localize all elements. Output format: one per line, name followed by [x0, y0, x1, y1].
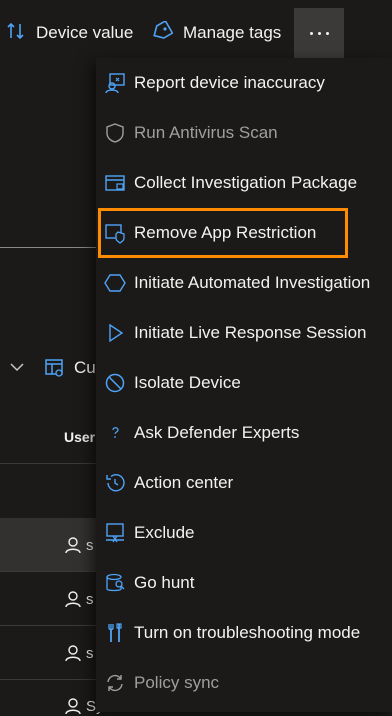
manage-tags-label: Manage tags	[183, 23, 282, 42]
history-icon	[104, 472, 126, 494]
menu-item-ask-defender-experts[interactable]: Ask Defender Experts	[96, 408, 392, 458]
menu-item-label: Policy sync	[134, 673, 220, 692]
menu-item-run-antivirus-scan[interactable]: Run Antivirus Scan	[96, 108, 392, 158]
menu-item-label: Exclude	[134, 523, 195, 542]
menu-item-label: Initiate Automated Investigation	[134, 273, 371, 292]
divider	[0, 571, 100, 572]
menu-item-go-hunt[interactable]: Go hunt	[96, 558, 392, 608]
ellipsis-icon	[309, 31, 329, 35]
divider	[0, 679, 100, 680]
exclude-icon	[104, 522, 126, 544]
menu-item-label: Remove App Restriction	[134, 223, 317, 242]
command-bar: Device value Manage tags	[0, 0, 392, 64]
customize-columns-label[interactable]: Cu	[74, 358, 96, 378]
table-row-selected[interactable]	[0, 518, 100, 571]
menu-item-isolate-device[interactable]: Isolate Device	[96, 358, 392, 408]
menu-item-label: Go hunt	[134, 573, 195, 592]
shield-icon	[104, 122, 126, 144]
tag-icon	[151, 19, 174, 46]
report-icon	[104, 72, 126, 94]
menu-item-initiate-live-response-session[interactable]: Initiate Live Response Session	[96, 308, 392, 358]
divider	[0, 463, 100, 464]
user-icon	[65, 645, 81, 662]
menu-item-label: Run Antivirus Scan	[134, 123, 278, 142]
device-value-label: Device value	[36, 23, 134, 42]
manage-tags-button[interactable]: Manage tags	[151, 18, 281, 48]
more-actions-menu: Report device inaccuracy Run Antivirus S…	[96, 58, 392, 712]
menu-item-label: Collect Investigation Package	[134, 173, 358, 192]
user-icon	[65, 537, 81, 554]
user-icon	[65, 698, 81, 715]
more-actions-button[interactable]	[294, 8, 344, 58]
menu-item-action-center[interactable]: Action center	[96, 458, 392, 508]
menu-item-label: Action center	[134, 473, 234, 492]
table-cell-user: s	[86, 645, 94, 662]
sort-arrows-icon	[6, 21, 26, 46]
menu-item-label: Turn on troubleshooting mode	[134, 623, 361, 642]
customize-columns-icon[interactable]	[44, 358, 64, 378]
menu-item-exclude[interactable]: Exclude	[96, 508, 392, 558]
sync-icon	[104, 672, 126, 694]
menu-item-collect-investigation-package[interactable]: Collect Investigation Package	[96, 158, 392, 208]
question-icon	[104, 422, 126, 444]
menu-item-policy-sync[interactable]: Policy sync	[96, 658, 392, 708]
menu-item-report-device-inaccuracy[interactable]: Report device inaccuracy	[96, 58, 392, 108]
divider	[0, 625, 100, 626]
menu-item-remove-app-restriction[interactable]: Remove App Restriction	[98, 208, 348, 258]
filter-input[interactable]	[0, 208, 100, 248]
menu-item-label: Report device inaccuracy	[134, 73, 325, 92]
block-icon	[104, 372, 126, 394]
user-column-header[interactable]: User	[64, 429, 95, 445]
user-icon	[65, 591, 81, 608]
hunt-icon	[104, 572, 126, 594]
menu-item-label: Ask Defender Experts	[134, 423, 300, 442]
menu-item-turn-on-troubleshooting-mode[interactable]: Turn on troubleshooting mode	[96, 608, 392, 658]
package-icon	[104, 172, 126, 194]
menu-item-label: Initiate Live Response Session	[134, 323, 367, 342]
troubleshoot-icon	[104, 622, 126, 644]
device-value-button[interactable]: Device value	[6, 18, 133, 48]
table-cell-user: s	[86, 537, 94, 554]
menu-item-label: Isolate Device	[134, 373, 241, 392]
table-cell-user: s	[86, 591, 94, 608]
app-restriction-icon	[104, 222, 126, 244]
menu-item-initiate-automated-investigation[interactable]: Initiate Automated Investigation	[96, 258, 392, 308]
chevron-down-icon[interactable]	[9, 359, 25, 375]
play-icon	[104, 322, 126, 344]
hexagon-icon	[104, 272, 126, 294]
